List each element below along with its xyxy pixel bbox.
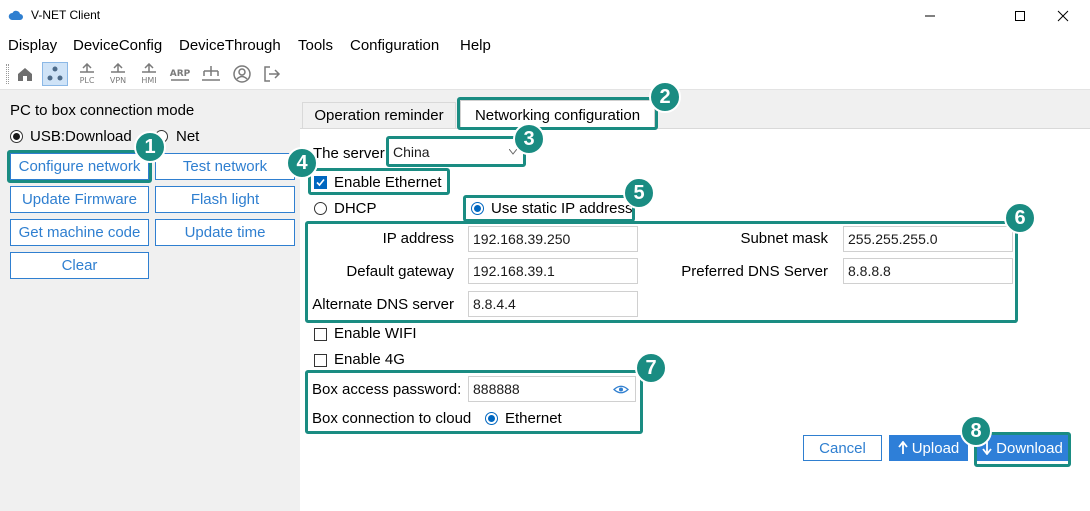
- arp-icon[interactable]: ARP: [167, 62, 193, 86]
- connection-mode-title: PC to box connection mode: [10, 102, 195, 119]
- usb-download-label: USB:Download: [30, 128, 132, 145]
- annotation-badge-6: 6: [1004, 202, 1036, 234]
- dhcp-label: DHCP: [334, 200, 377, 217]
- vpn-label: VPN: [110, 76, 126, 85]
- user-icon[interactable]: [229, 62, 255, 86]
- get-machine-code-button[interactable]: Get machine code: [10, 219, 149, 246]
- maximize-button[interactable]: [997, 0, 1043, 32]
- highlight-box-4: [308, 168, 450, 195]
- window-title: V-NET Client: [31, 8, 101, 22]
- plc-icon[interactable]: PLC: [74, 62, 100, 86]
- network-tree-icon[interactable]: [198, 62, 224, 86]
- enable-4g-checkbox[interactable]: [314, 354, 327, 367]
- upload-button[interactable]: Upload: [889, 435, 968, 461]
- network-topology-icon[interactable]: [42, 62, 68, 86]
- test-network-button[interactable]: Test network: [155, 153, 295, 180]
- menu-bar: Display DeviceConfig DeviceThrough Tools…: [0, 32, 1090, 58]
- hmi-label: HMI: [141, 76, 156, 85]
- enable-wifi-label: Enable WIFI: [334, 325, 417, 342]
- annotation-badge-4: 4: [286, 147, 318, 179]
- cloud-icon: [8, 10, 23, 20]
- annotation-badge-2: 2: [649, 81, 681, 113]
- plc-label: PLC: [80, 76, 95, 85]
- clear-button[interactable]: Clear: [10, 252, 149, 279]
- annotation-badge-8: 8: [960, 415, 992, 447]
- minimize-icon: [925, 15, 935, 17]
- highlight-box-5: [463, 195, 635, 222]
- tab-operation-reminder[interactable]: Operation reminder: [302, 102, 456, 128]
- net-label: Net: [176, 128, 200, 145]
- highlight-box-3: [386, 136, 526, 167]
- vpn-icon[interactable]: VPN: [105, 62, 131, 86]
- arrow-up-icon: [898, 441, 908, 454]
- menu-help[interactable]: Help: [460, 37, 491, 54]
- menu-deviceconfig[interactable]: DeviceConfig: [73, 37, 162, 54]
- hmi-icon[interactable]: HMI: [136, 62, 162, 86]
- menu-devicethrough[interactable]: DeviceThrough: [179, 37, 281, 54]
- update-time-button[interactable]: Update time: [155, 219, 295, 246]
- enable-wifi-checkbox[interactable]: [314, 328, 327, 341]
- annotation-badge-1: 1: [134, 131, 166, 163]
- enable-4g-label: Enable 4G: [334, 351, 405, 368]
- highlight-box-7: [305, 370, 643, 434]
- home-icon[interactable]: [12, 62, 38, 86]
- annotation-badge-7: 7: [635, 352, 667, 384]
- update-firmware-button[interactable]: Update Firmware: [10, 186, 149, 213]
- flash-light-button[interactable]: Flash light: [155, 186, 295, 213]
- maximize-icon: [1015, 11, 1025, 21]
- v-net-client-window: V-NET Client Display DeviceConfig Device…: [0, 0, 1090, 511]
- cancel-button[interactable]: Cancel: [803, 435, 882, 461]
- close-button[interactable]: [1040, 0, 1086, 32]
- annotation-badge-3: 3: [513, 123, 545, 155]
- highlight-box-1: [7, 150, 152, 183]
- menu-display[interactable]: Display: [8, 37, 57, 54]
- annotation-badge-5: 5: [623, 177, 655, 209]
- close-icon: [1057, 10, 1069, 22]
- toolbar: PLC VPN HMI ARP: [0, 58, 1090, 90]
- title-bar: V-NET Client: [0, 0, 1090, 32]
- toolbar-grip[interactable]: [6, 64, 9, 84]
- usb-download-radio[interactable]: [10, 130, 23, 143]
- menu-tools[interactable]: Tools: [298, 37, 333, 54]
- menu-configuration[interactable]: Configuration: [350, 37, 439, 54]
- arp-label: ARP: [170, 69, 191, 79]
- upload-label: Upload: [911, 439, 960, 457]
- dhcp-radio[interactable]: [314, 202, 327, 215]
- server-label: The server:: [313, 145, 389, 162]
- highlight-box-2: [457, 97, 658, 130]
- logout-icon[interactable]: [259, 62, 285, 86]
- highlight-box-6: [305, 221, 1018, 323]
- minimize-button[interactable]: [907, 0, 953, 32]
